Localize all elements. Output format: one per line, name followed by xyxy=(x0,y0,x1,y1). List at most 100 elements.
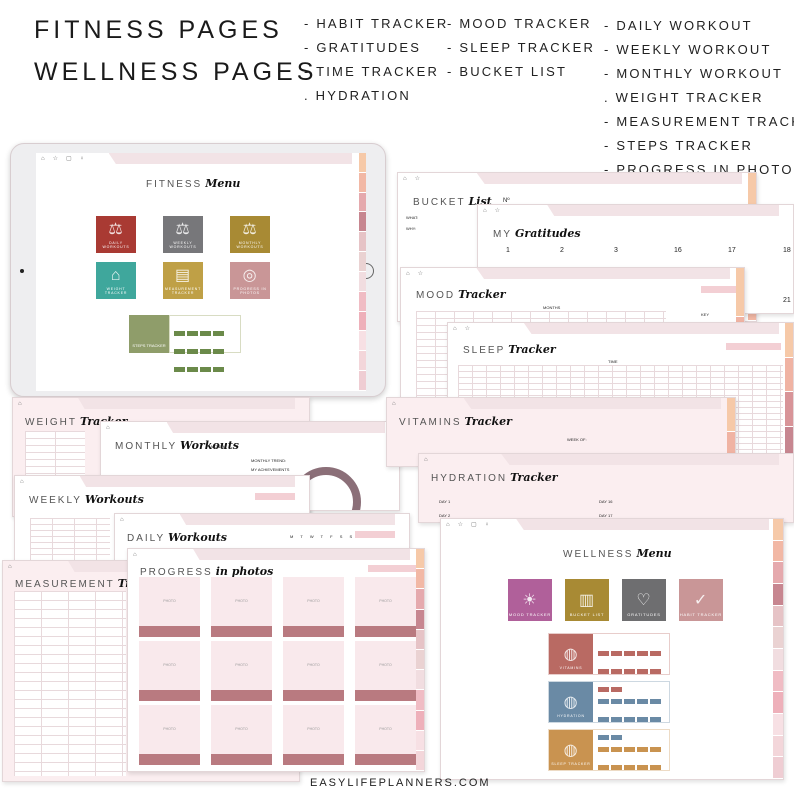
home-icon[interactable]: ⌂ xyxy=(41,156,45,162)
month-button[interactable] xyxy=(174,367,185,372)
fitness-tile[interactable]: ⚖ WEEKLY WORKOUTS xyxy=(163,216,203,253)
star-icon[interactable]: ☆ xyxy=(415,175,420,182)
home-icon[interactable]: ⌂ xyxy=(483,208,487,214)
month-button[interactable] xyxy=(650,651,661,656)
month-button[interactable] xyxy=(624,765,635,770)
wellness-tile[interactable]: ▥ BUCKET LIST xyxy=(565,579,609,621)
photo-slot[interactable]: PHOTO xyxy=(139,705,200,765)
home-icon[interactable]: ⌂ xyxy=(8,564,12,570)
photo-slot[interactable]: PHOTO xyxy=(211,705,272,765)
month-button[interactable] xyxy=(200,349,211,354)
home-icon[interactable]: ⌂ xyxy=(392,401,396,407)
home-icon[interactable]: ⌂ xyxy=(403,176,407,182)
month-button[interactable] xyxy=(637,765,648,770)
fitness-tile[interactable]: ⌂ WEIGHT TRACKER xyxy=(96,262,136,299)
month-button[interactable] xyxy=(598,669,609,674)
fitness-tile[interactable]: ⚖ DAILY WORKOUTS xyxy=(96,216,136,253)
home-icon[interactable]: ⌂ xyxy=(453,326,457,332)
month-button[interactable] xyxy=(611,669,622,674)
month-button[interactable] xyxy=(637,669,648,674)
star-icon[interactable]: ☆ xyxy=(458,521,463,528)
month-button[interactable] xyxy=(624,747,635,752)
month-button[interactable] xyxy=(213,331,224,336)
wellness-tile[interactable]: ☀ MOOD TRACKER xyxy=(508,579,552,621)
home-icon[interactable]: ⌂ xyxy=(446,522,450,528)
back-to-monthly-button[interactable] xyxy=(726,343,781,350)
home-icon[interactable]: ⌂ xyxy=(424,457,428,463)
website-footer[interactable]: EASYLIFEPLANNERS.COM xyxy=(310,777,491,789)
month-button[interactable] xyxy=(213,367,224,372)
month-button[interactable] xyxy=(637,651,648,656)
month-button[interactable] xyxy=(611,717,622,722)
home-icon[interactable]: ⌂ xyxy=(106,425,110,431)
month-button[interactable] xyxy=(598,747,609,752)
month-button[interactable] xyxy=(598,699,609,704)
month-button[interactable] xyxy=(650,699,661,704)
tracker-tile[interactable]: ◍ VITAMINS xyxy=(549,634,593,674)
book-icon[interactable]: ▢ xyxy=(66,155,72,162)
star-icon[interactable]: ☆ xyxy=(53,155,58,162)
back-button[interactable] xyxy=(368,565,416,572)
photo-slot[interactable]: PHOTO xyxy=(139,577,200,637)
back-button[interactable] xyxy=(701,286,741,293)
month-button[interactable] xyxy=(624,699,635,704)
month-button[interactable] xyxy=(637,717,648,722)
month-button[interactable] xyxy=(611,651,622,656)
month-button[interactable] xyxy=(187,331,198,336)
fitness-tile[interactable]: ▤ MEASUREMENT TRACKER xyxy=(163,262,203,299)
tracker-tile[interactable]: ◍ SLEEP TRACKER xyxy=(549,730,593,770)
measurement-table[interactable] xyxy=(14,591,126,776)
bulb-icon[interactable]: ♀ xyxy=(485,522,490,528)
month-button[interactable] xyxy=(174,349,185,354)
tracker-tile[interactable]: ◍ HYDRATION xyxy=(549,682,593,722)
bulb-icon[interactable]: ♀ xyxy=(80,156,85,162)
back-button[interactable] xyxy=(255,493,295,500)
month-button[interactable] xyxy=(624,651,635,656)
month-button[interactable] xyxy=(174,331,185,336)
month-button[interactable] xyxy=(637,699,648,704)
photo-slot[interactable]: PHOTO xyxy=(211,577,272,637)
star-icon[interactable]: ☆ xyxy=(465,325,470,332)
back-button[interactable] xyxy=(355,531,395,538)
home-icon[interactable]: ⌂ xyxy=(18,401,22,407)
month-button[interactable] xyxy=(611,699,622,704)
wellness-tile[interactable]: ✓ HABIT TRACKER xyxy=(679,579,723,621)
book-icon[interactable]: ▢ xyxy=(471,521,477,528)
month-button[interactable] xyxy=(611,747,622,752)
month-button[interactable] xyxy=(187,367,198,372)
fitness-tile[interactable]: ◎ PROGRESS IN PHOTOS xyxy=(230,262,270,299)
photo-slot[interactable]: PHOTO xyxy=(355,641,416,701)
fitness-tile[interactable]: ⚖ MONTHLY WORKOUTS xyxy=(230,216,270,253)
month-button[interactable] xyxy=(650,717,661,722)
month-button[interactable] xyxy=(200,367,211,372)
month-button[interactable] xyxy=(624,669,635,674)
photo-slot[interactable]: PHOTO xyxy=(283,705,344,765)
weekday-selector[interactable]: M T W T F S S xyxy=(290,534,355,539)
month-tabs[interactable] xyxy=(416,549,424,771)
star-icon[interactable]: ☆ xyxy=(495,207,500,214)
home-icon[interactable]: ⌂ xyxy=(406,271,410,277)
month-button[interactable] xyxy=(611,765,622,770)
month-button[interactable] xyxy=(598,651,609,656)
month-button[interactable] xyxy=(637,747,648,752)
photo-slot[interactable]: PHOTO xyxy=(139,641,200,701)
steps-tracker-tile[interactable]: STEPS TRACKER xyxy=(129,315,169,353)
wellness-tile[interactable]: ♡ GRATITUDES xyxy=(622,579,666,621)
photo-slot[interactable]: PHOTO xyxy=(211,641,272,701)
home-icon[interactable]: ⌂ xyxy=(20,479,24,485)
photo-slot[interactable]: PHOTO xyxy=(283,641,344,701)
month-tabs[interactable] xyxy=(785,323,793,461)
month-button[interactable] xyxy=(598,717,609,722)
star-icon[interactable]: ☆ xyxy=(418,270,423,277)
month-button[interactable] xyxy=(624,717,635,722)
photo-slot[interactable]: PHOTO xyxy=(355,705,416,765)
month-button[interactable] xyxy=(598,765,609,770)
month-button[interactable] xyxy=(650,669,661,674)
month-button[interactable] xyxy=(213,349,224,354)
month-tabs[interactable] xyxy=(359,153,366,391)
month-button[interactable] xyxy=(187,349,198,354)
home-icon[interactable]: ⌂ xyxy=(133,552,137,558)
photo-slot[interactable]: PHOTO xyxy=(283,577,344,637)
home-icon[interactable]: ⌂ xyxy=(120,517,124,523)
month-button[interactable] xyxy=(650,765,661,770)
